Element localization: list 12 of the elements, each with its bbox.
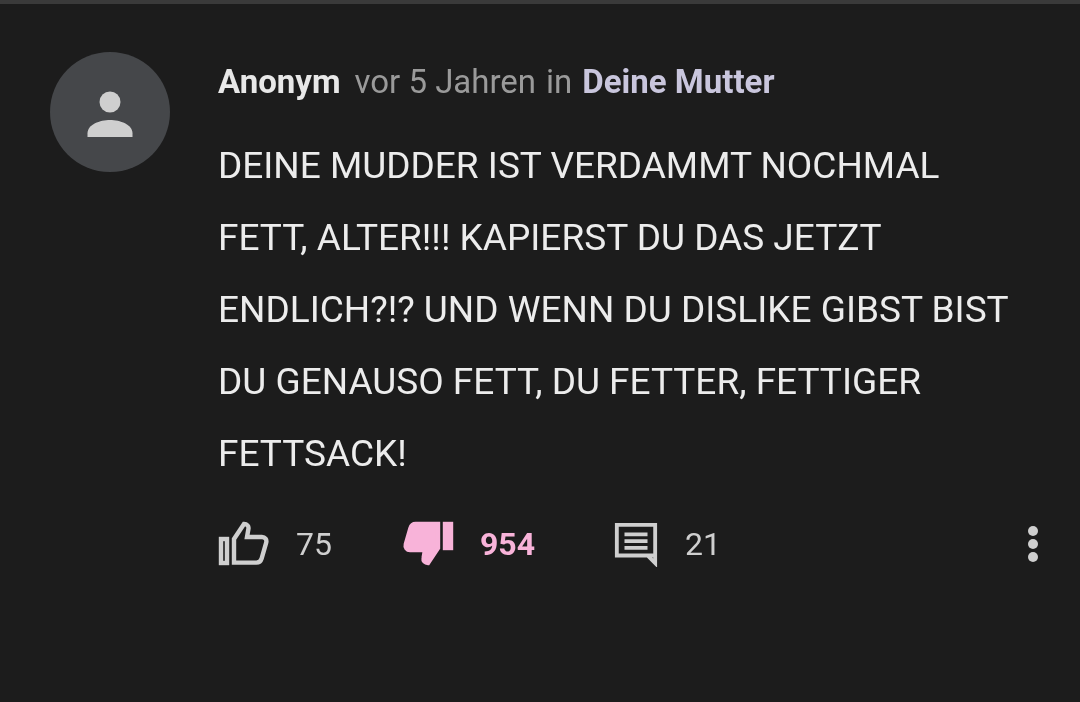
comment-text: DEINE MUDDER IST VERDAMMT NOCHMAL FETT, ALTER!!! KAPIERST DU DAS JETZT ENDLICH?!? UND WENN DU DISLIKE GIBST BIST DU GENAUSO FETT, DU FETTER, FETTIGER FETTSACK!	[218, 143, 1008, 477]
reply-count: 21	[685, 524, 721, 565]
like-count: 75	[296, 524, 332, 565]
more-options-icon[interactable]	[1026, 524, 1040, 564]
channel-link[interactable]: Deine Mutter	[582, 60, 775, 104]
thumbs-up-icon[interactable]	[218, 521, 270, 567]
thumbs-down-icon[interactable]	[401, 521, 454, 567]
in-label: in	[546, 61, 573, 103]
dislike-count: 954	[479, 524, 536, 565]
comment-icon[interactable]	[613, 521, 660, 567]
timestamp: vor 5 Jahren	[354, 61, 537, 103]
author-name[interactable]: Anonym	[218, 60, 341, 104]
